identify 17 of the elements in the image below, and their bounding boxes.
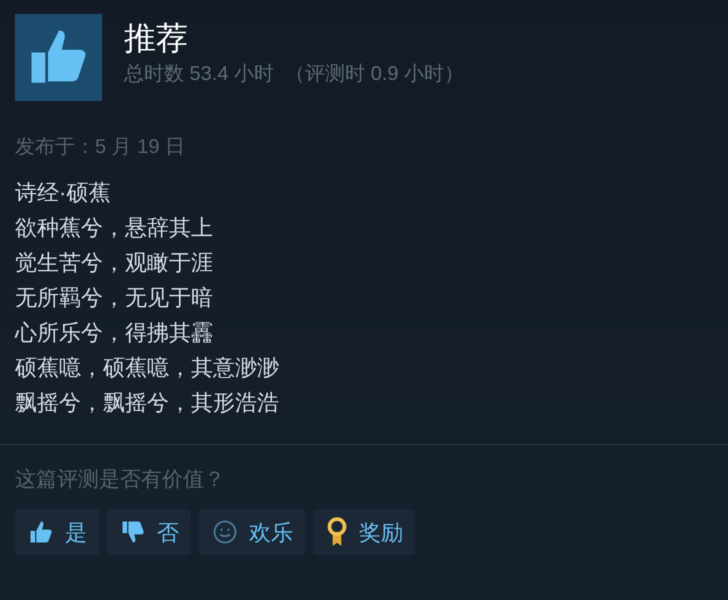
review-line: 硕蕉噫，硕蕉噫，其意渺渺 [15,354,280,382]
review-line: 飘摇兮，飘摇兮，其形浩浩 [15,389,280,417]
award-ribbon-icon [325,517,349,547]
review-line: 欲种蕉兮，悬辞其上 [15,214,214,242]
review-line: 心所乐兮，得拂其靐 [15,319,214,347]
review-verdict: 推荐 [124,19,189,58]
posted-date: 发布于：5 月 19 日 [15,135,186,160]
vote-button[interactable]: 奖励 [313,509,415,555]
review-line: 无所羁兮，无见于暗 [15,284,214,312]
review-line: 诗经·硕蕉 [15,179,112,207]
playtime-text: 总时数 53.4 小时 （评测时 0.9 小时） [124,62,464,87]
vote-button[interactable]: 是 [15,509,99,555]
review-line: 觉生苦兮，观瞰于涯 [15,249,214,277]
smiley-icon [211,518,239,546]
vote-button[interactable]: 否 [107,509,191,555]
vote-button[interactable]: 欢乐 [199,509,305,555]
helpful-question: 这篇评测是否有价值？ [15,467,226,493]
